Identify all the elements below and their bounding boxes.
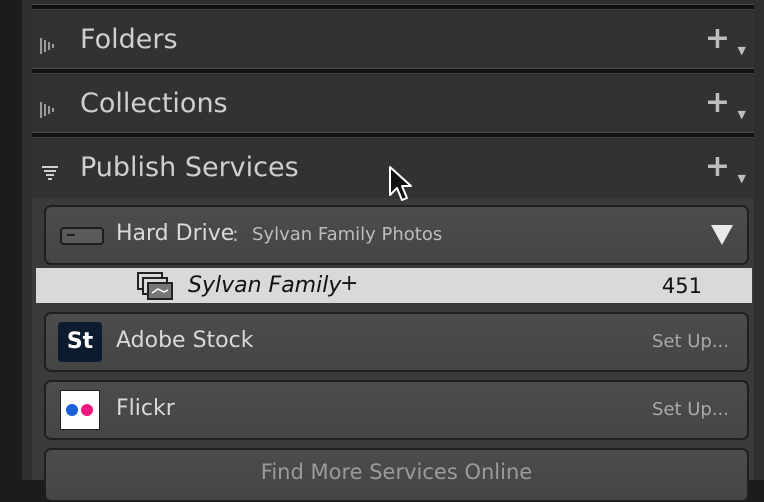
service-subtitle: Sylvan Family Photos	[252, 224, 443, 245]
section-title-folders: Folders	[80, 24, 178, 55]
service-name: Hard Drive	[116, 221, 235, 246]
add-folder-icon[interactable]: +	[705, 24, 730, 54]
find-more-services-button[interactable]: Find More Services Online	[44, 448, 749, 502]
hard-drive-icon	[60, 227, 104, 245]
find-more-label: Find More Services Online	[260, 460, 533, 484]
service-name: Flickr	[116, 396, 175, 421]
service-name: Adobe Stock	[116, 328, 254, 353]
setup-button[interactable]: Set Up...	[652, 331, 729, 352]
service-separator: :	[232, 222, 239, 246]
chevron-down-icon[interactable]: ▼	[738, 108, 746, 121]
collections-header[interactable]: Collections + ▼	[32, 76, 754, 136]
section-title-publish-services: Publish Services	[80, 152, 299, 183]
disclosure-right-icon[interactable]	[40, 102, 60, 118]
chevron-down-icon[interactable]: ▼	[738, 172, 746, 185]
panel-divider	[32, 4, 754, 10]
collapse-triangle-icon[interactable]	[711, 225, 733, 245]
folders-header[interactable]: Folders + ▼	[32, 12, 754, 72]
panel-divider	[32, 132, 754, 138]
service-adobe-stock[interactable]: St Adobe Stock Set Up...	[44, 312, 749, 372]
chevron-down-icon[interactable]: ▼	[738, 44, 746, 57]
disclosure-right-icon[interactable]	[40, 38, 60, 54]
target-collection-marker: +	[340, 271, 359, 296]
disclosure-down-icon[interactable]	[42, 166, 60, 182]
flickr-logo-icon	[60, 390, 100, 430]
setup-button[interactable]: Set Up...	[652, 399, 729, 420]
collection-set-icon	[137, 272, 173, 300]
mouse-cursor-icon	[389, 166, 412, 201]
photo-count: 451	[661, 274, 702, 298]
adobe-stock-logo-icon: St	[58, 322, 102, 362]
published-collection-row[interactable]: Sylvan Family + 451	[36, 268, 752, 303]
panel-divider	[32, 68, 754, 74]
section-title-collections: Collections	[80, 88, 228, 119]
service-flickr[interactable]: Flickr Set Up...	[44, 380, 749, 440]
add-collection-icon[interactable]: +	[705, 88, 730, 118]
collection-name: Sylvan Family	[188, 273, 342, 298]
service-hard-drive[interactable]: Hard Drive : Sylvan Family Photos	[44, 205, 749, 265]
add-publish-service-icon[interactable]: +	[705, 152, 730, 182]
